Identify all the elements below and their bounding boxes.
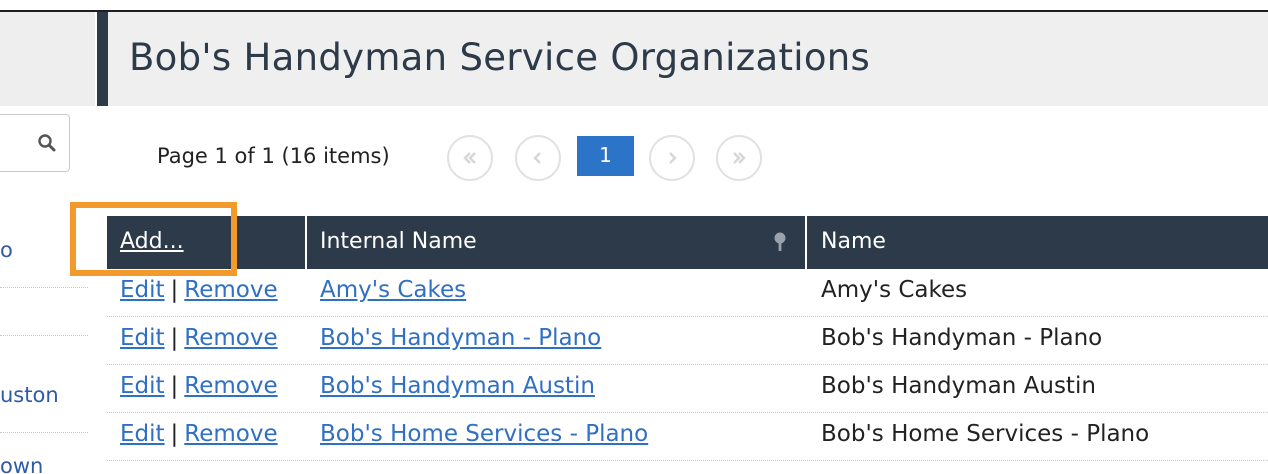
edit-link[interactable]: Edit [120, 277, 165, 303]
first-page-icon [463, 152, 476, 164]
prev-page-button[interactable] [515, 135, 561, 181]
prev-page-icon [533, 152, 541, 164]
page-title: Bob's Handyman Service Organizations [129, 36, 871, 79]
edit-link[interactable]: Edit [120, 373, 165, 399]
next-page-icon [669, 152, 677, 164]
internal-name-cell: Bob's Handyman - Plano [320, 325, 601, 351]
name-cell: Bob's Handyman - Plano [821, 325, 1103, 351]
table-row: Edit | Remove Bob's Handyman Austin Bob's … [107, 365, 1268, 413]
action-separator: | [170, 277, 179, 303]
search-icon[interactable] [37, 133, 57, 153]
edit-link[interactable]: Edit [120, 421, 165, 447]
sidebar-item[interactable]: uston [0, 383, 88, 407]
pager-summary: Page 1 of 1 (16 items) [157, 144, 390, 168]
sidebar-separator [0, 335, 88, 336]
page-title-bar: Bob's Handyman Service Organizations [97, 12, 1268, 106]
sidebar-header [0, 12, 95, 106]
table-row: Edit | Remove Bob's Handyman - Plano Bob's… [107, 317, 1268, 365]
internal-name-link[interactable]: Bob's Handyman - Plano [320, 325, 601, 351]
sidebar-separator [0, 432, 88, 433]
internal-name-link[interactable]: Bob's Handyman Austin [320, 373, 595, 399]
header-divider [305, 216, 307, 269]
name-cell: Bob's Handyman Austin [821, 373, 1096, 399]
internal-name-cell: Bob's Handyman Austin [320, 373, 595, 399]
name-cell: Amy's Cakes [821, 277, 968, 303]
edit-link[interactable]: Edit [120, 325, 165, 351]
remove-link[interactable]: Remove [184, 373, 277, 399]
page-number-current[interactable]: 1 [577, 136, 634, 176]
action-separator: | [170, 325, 179, 351]
row-actions: Edit | Remove [120, 325, 278, 351]
row-actions: Edit | Remove [120, 277, 278, 303]
name-cell: Bob's Home Services - Plano [821, 421, 1150, 447]
pin-icon[interactable] [771, 231, 789, 253]
remove-link[interactable]: Remove [184, 325, 277, 351]
first-page-button[interactable] [447, 135, 493, 181]
column-header-name[interactable]: Name [821, 216, 886, 269]
next-page-button[interactable] [649, 135, 695, 181]
sidebar-item[interactable]: own [0, 454, 88, 474]
internal-name-cell: Bob's Home Services - Plano [320, 421, 648, 447]
header-divider [805, 216, 807, 269]
last-page-icon [733, 152, 746, 164]
table-row: Edit | Remove Bob's Home Services - Plano … [107, 413, 1268, 461]
sidebar-separator [0, 287, 88, 288]
internal-name-link[interactable]: Bob's Home Services - Plano [320, 421, 648, 447]
remove-link[interactable]: Remove [184, 277, 277, 303]
column-header-internal-name[interactable]: Internal Name [320, 216, 477, 269]
grid-header-row: Add... Internal Name Name [107, 216, 1268, 269]
internal-name-cell: Amy's Cakes [320, 277, 466, 303]
row-actions: Edit | Remove [120, 421, 278, 447]
table-row: Edit | Remove Amy's Cakes Amy's Cakes [107, 269, 1268, 317]
last-page-button[interactable] [716, 135, 762, 181]
add-link-highlight-box [70, 202, 237, 276]
action-separator: | [170, 373, 179, 399]
internal-name-link[interactable]: Amy's Cakes [320, 277, 466, 303]
sidebar-search-box[interactable] [0, 114, 70, 172]
row-actions: Edit | Remove [120, 373, 278, 399]
action-separator: | [170, 421, 179, 447]
remove-link[interactable]: Remove [184, 421, 277, 447]
